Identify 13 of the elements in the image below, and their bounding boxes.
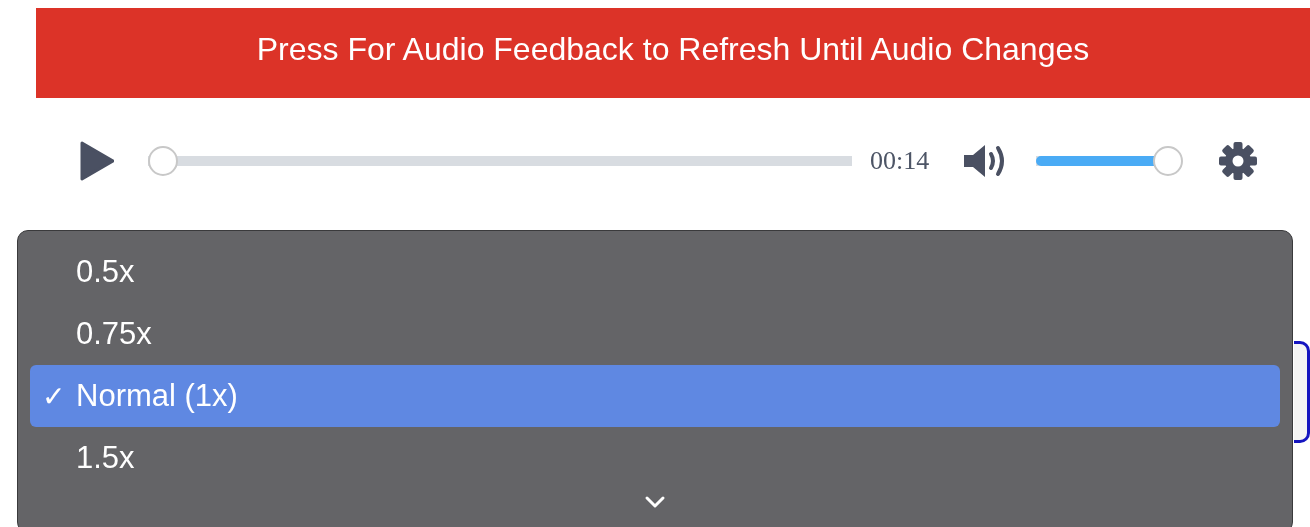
check-mark: ✓ bbox=[40, 379, 66, 413]
menu-item[interactable]: ✓ Normal (1x) bbox=[30, 365, 1280, 427]
menu-item[interactable]: 0.75x bbox=[30, 303, 1280, 365]
volume-thumb[interactable] bbox=[1153, 146, 1184, 176]
speed-select[interactable] bbox=[1294, 341, 1310, 443]
menu-item[interactable]: 0.5x bbox=[30, 241, 1280, 303]
settings-icon[interactable] bbox=[1218, 141, 1259, 181]
menu-item[interactable]: 1.5x bbox=[30, 427, 1280, 489]
play-icon[interactable] bbox=[80, 141, 114, 181]
feedback-button[interactable]: Press For Audio Feedback to Refresh Until Audio Changes bbox=[36, 8, 1310, 98]
chevron-down-icon[interactable] bbox=[644, 495, 666, 509]
slider-thumb[interactable] bbox=[148, 146, 178, 176]
time-display: 00:14 bbox=[870, 146, 930, 176]
